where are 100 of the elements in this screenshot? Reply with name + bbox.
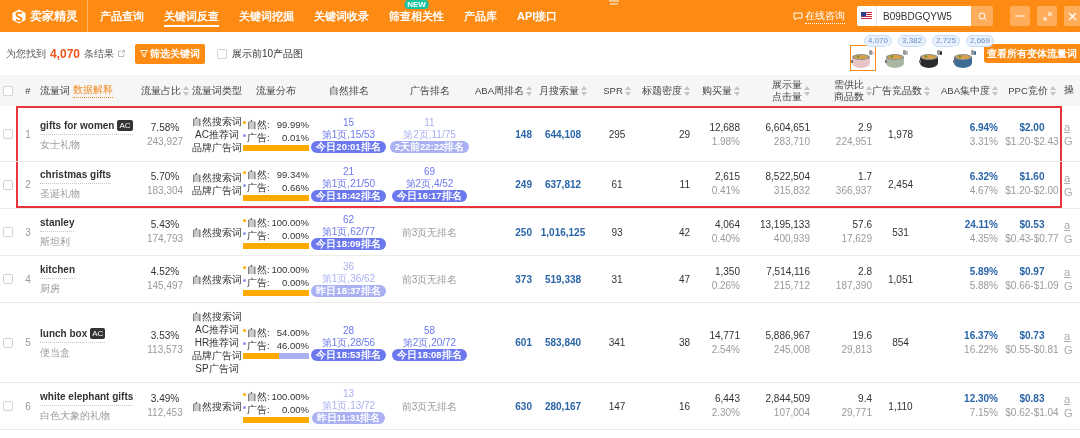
traffic-count: 113,573 (147, 342, 183, 357)
action-link[interactable]: a (1064, 328, 1073, 343)
action-link[interactable]: G (1064, 279, 1073, 293)
close-button[interactable] (1064, 6, 1080, 26)
checkbox[interactable] (3, 227, 13, 237)
nav-tab[interactable]: 关键词收录 (314, 10, 369, 27)
sort-icon[interactable] (734, 85, 740, 96)
keyword-type: AC推荐词 (195, 128, 239, 141)
action-link[interactable]: a (1064, 265, 1073, 279)
ad-label: 广告: (247, 402, 270, 416)
menu-icon[interactable] (609, 0, 620, 6)
keyword-type: 自然搜索词 (192, 171, 242, 184)
action-link[interactable]: a (1064, 171, 1073, 185)
rank-number: 13 (342, 388, 355, 400)
keyword-link[interactable]: christmas gifts (40, 167, 112, 182)
ppc-bid: $0.97 (1019, 265, 1045, 279)
no-rank-text: 前3页无排名 (401, 399, 458, 414)
sort-icon[interactable] (183, 85, 189, 96)
product-count: 187,390 (835, 279, 872, 293)
rank-number: 15 (342, 116, 355, 129)
variant-count-badge: 4,070 (864, 34, 893, 47)
keyword-link[interactable]: kitchen (40, 262, 75, 277)
view-variant-keywords-button[interactable]: 查看所有变体流量词 (984, 44, 1080, 63)
purchases: 6,443 (714, 392, 740, 406)
asin-search-field[interactable]: B09BDGQYW5 (857, 6, 971, 26)
action-link[interactable]: a (1064, 218, 1073, 232)
flag-icon (861, 12, 872, 20)
monthly-searches[interactable]: 644,108 (544, 127, 582, 142)
sort-icon[interactable] (923, 85, 930, 96)
checkbox[interactable] (3, 401, 13, 411)
online-consult-link[interactable]: 在线咨询 (805, 8, 845, 24)
monthly-searches[interactable]: 637,812 (544, 176, 582, 192)
keyword-translation: 白色大象的礼物 (40, 409, 111, 423)
nav-tab[interactable]: 产品查询 (100, 10, 144, 27)
sort-icon[interactable] (1049, 85, 1056, 96)
search-button[interactable] (971, 6, 993, 26)
action-link[interactable]: G (1064, 342, 1073, 357)
checkbox[interactable] (3, 128, 13, 139)
sort-icon[interactable] (526, 85, 532, 96)
action-link[interactable]: G (1064, 133, 1073, 148)
nav-tab[interactable]: 产品库 (464, 10, 497, 27)
checkbox[interactable] (217, 48, 228, 59)
keyword-link[interactable]: gifts for women (40, 117, 115, 133)
data-explanation-link[interactable]: 数据解释 (73, 82, 113, 99)
clicks: 215,712 (773, 279, 810, 293)
maximize-button[interactable] (1037, 6, 1057, 26)
minimize-button[interactable] (1010, 6, 1030, 26)
sort-icon[interactable] (866, 85, 872, 96)
ad-percent: 0.01% (282, 131, 309, 144)
rank-page: 第2页,20/72 (402, 336, 457, 349)
sort-icon[interactable] (624, 85, 631, 96)
ad-product-count: 1,978 (888, 128, 913, 142)
keyword-type: 自然搜索词 (192, 399, 242, 413)
keyword-link[interactable]: stanley (40, 215, 75, 230)
nav-tab[interactable]: 关键词挖掘 (239, 10, 294, 27)
rank-page: 第1页,62/77 (321, 226, 376, 238)
action-link[interactable]: a (1064, 119, 1073, 134)
action-link[interactable]: G (1064, 406, 1073, 420)
aba-rank: 630 (515, 399, 532, 414)
aba-share: 7.15% (969, 406, 998, 420)
keyword-link[interactable]: lunch box (40, 325, 88, 341)
checkbox[interactable] (3, 274, 13, 284)
sort-icon[interactable] (684, 85, 690, 96)
sort-icon[interactable] (804, 85, 810, 96)
title-density: 29 (678, 128, 690, 142)
filter-keywords-button[interactable]: 筛选关键词 (135, 43, 206, 64)
share-icon[interactable] (118, 50, 126, 57)
rank-page: 第1页,15/53 (321, 128, 376, 141)
column-header: 广告竞品数 (871, 84, 922, 97)
action-link[interactable]: G (1064, 185, 1073, 199)
nav-tab[interactable]: API接口 (517, 10, 558, 27)
checkbox[interactable] (3, 85, 13, 96)
monthly-searches[interactable]: 583,840 (544, 335, 582, 350)
monthly-searches[interactable]: 1,016,125 (540, 224, 586, 240)
action-link[interactable]: a (1064, 392, 1073, 406)
keyword-translation: 厨房 (40, 282, 61, 296)
sort-icon[interactable] (992, 85, 998, 96)
variant-thumbnail[interactable] (850, 44, 876, 71)
rank-time-badge: 今日16:17排名 (392, 190, 467, 202)
checkbox[interactable] (3, 337, 13, 348)
rank-time-badge: 昨日11:31排名 (311, 412, 386, 424)
ad-product-count: 531 (892, 225, 909, 240)
ppc-bid: $0.73 (1019, 328, 1045, 343)
aba-share: 4.67% (969, 184, 998, 198)
action-link[interactable]: G (1064, 232, 1073, 246)
supply-demand-ratio: 19.6 (852, 328, 872, 343)
clicks: 107,004 (773, 406, 810, 420)
nav-tab[interactable]: 关键词反查 (164, 10, 219, 27)
monthly-searches[interactable]: 519,338 (544, 271, 582, 287)
keyword-link[interactable]: white elephant gifts (40, 389, 134, 404)
aba-concentration: 6.94% (969, 120, 998, 135)
column-header: PPC竞价 (1008, 84, 1048, 97)
sort-icon[interactable] (581, 85, 587, 96)
traffic-share: 7.58% (150, 120, 180, 135)
aba-share: 5.88% (969, 279, 998, 293)
show-images-label[interactable]: 展示前10产品图 (232, 46, 304, 61)
rank-time-badge: 今日18:42排名 (311, 190, 386, 202)
monthly-searches[interactable]: 280,167 (544, 398, 582, 414)
checkbox[interactable] (3, 180, 13, 190)
nav-tab[interactable]: 筛查相关性 (389, 10, 444, 27)
